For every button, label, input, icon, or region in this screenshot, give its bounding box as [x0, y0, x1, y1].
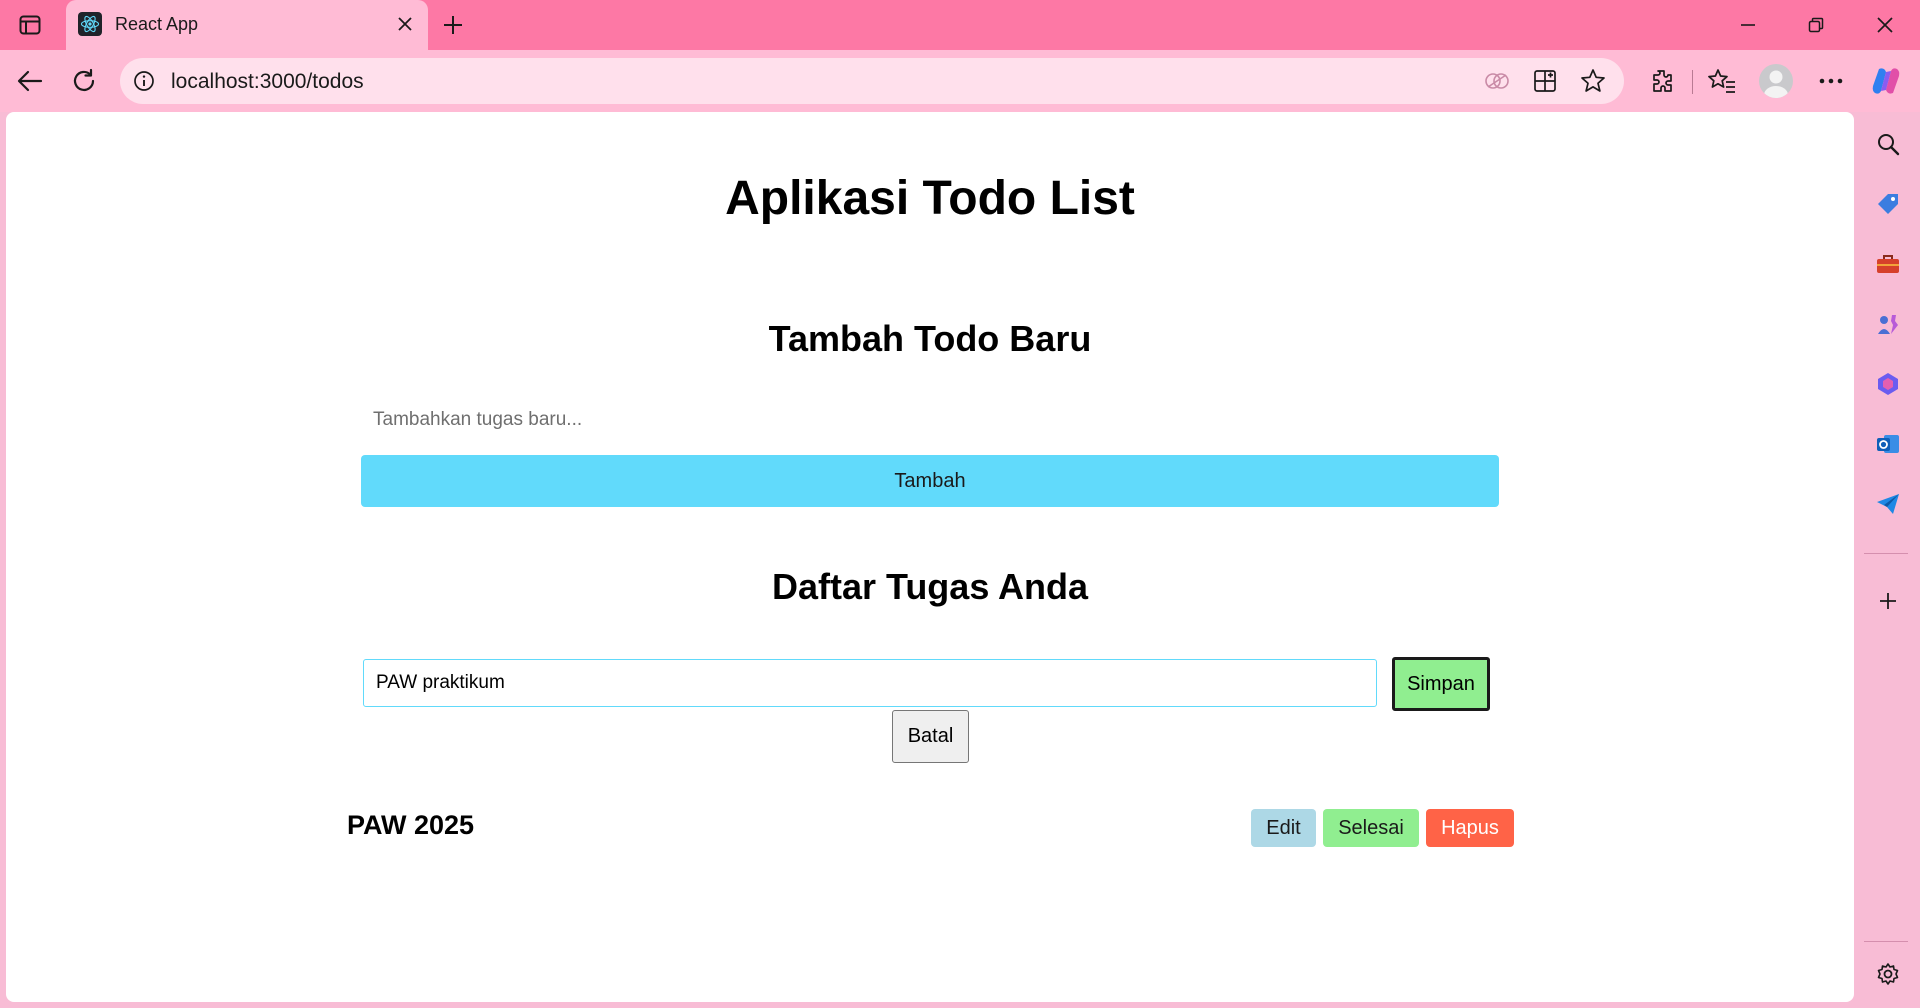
new-tab-icon[interactable]	[438, 10, 468, 40]
browser-toolbar: localhost:3000/todos	[0, 50, 1920, 112]
cancel-button[interactable]: Batal	[892, 710, 969, 763]
toolbox-icon[interactable]	[1872, 248, 1904, 280]
search-icon[interactable]	[1872, 128, 1904, 160]
favorites-icon[interactable]	[1704, 63, 1740, 99]
send-icon[interactable]	[1872, 488, 1904, 520]
restore-icon[interactable]	[1799, 10, 1833, 40]
close-window-icon[interactable]	[1868, 10, 1902, 40]
profile-avatar[interactable]	[1759, 64, 1793, 98]
site-info-icon[interactable]	[130, 67, 158, 95]
outlook-icon[interactable]	[1872, 428, 1904, 460]
address-bar[interactable]: localhost:3000/todos	[120, 58, 1624, 104]
reload-icon[interactable]	[66, 63, 102, 99]
new-todo-input[interactable]	[361, 398, 1499, 442]
todo-item-text: PAW 2025	[347, 810, 475, 840]
read-aloud-icon[interactable]	[1482, 67, 1512, 95]
toolbar-divider	[1692, 70, 1693, 94]
save-button[interactable]: Simpan	[1392, 657, 1490, 711]
url-text: localhost:3000/todos	[171, 70, 364, 93]
app-available-icon[interactable]	[1530, 67, 1560, 95]
add-todo-heading: Tambah Todo Baru	[768, 318, 1092, 359]
add-todo-button[interactable]: Tambah	[361, 455, 1499, 507]
settings-icon[interactable]	[1872, 958, 1904, 990]
extensions-icon[interactable]	[1643, 63, 1679, 99]
react-logo-icon	[78, 12, 102, 36]
page-title: Aplikasi Todo List	[725, 172, 1135, 225]
minimize-icon[interactable]	[1731, 10, 1765, 40]
tag-icon[interactable]	[1872, 188, 1904, 220]
add-icon[interactable]	[1872, 585, 1904, 617]
favorite-star-icon[interactable]	[1578, 67, 1608, 95]
games-icon[interactable]	[1872, 308, 1904, 340]
delete-todo-button[interactable]: Hapus	[1426, 809, 1514, 847]
sidebar-divider	[1864, 553, 1908, 554]
todo-list-heading: Daftar Tugas Anda	[771, 566, 1089, 607]
browser-title-bar: React App	[0, 0, 1920, 51]
edit-todo-input[interactable]	[363, 659, 1377, 707]
page-content: Aplikasi Todo List Tambah Todo Baru Tamb…	[6, 112, 1854, 1002]
edit-todo-button[interactable]: Edit	[1251, 809, 1316, 847]
tab-title: React App	[115, 14, 199, 34]
close-tab-icon[interactable]	[394, 13, 416, 35]
complete-todo-button[interactable]: Selesai	[1323, 809, 1419, 847]
back-icon[interactable]	[12, 63, 48, 99]
more-options-icon[interactable]	[1813, 63, 1849, 99]
sidebar-divider	[1864, 941, 1908, 942]
copilot-icon[interactable]	[1868, 63, 1904, 99]
browser-tab[interactable]: React App	[66, 0, 428, 51]
copilot-sidebar-icon[interactable]	[1872, 368, 1904, 400]
tab-actions-icon[interactable]	[16, 12, 44, 38]
